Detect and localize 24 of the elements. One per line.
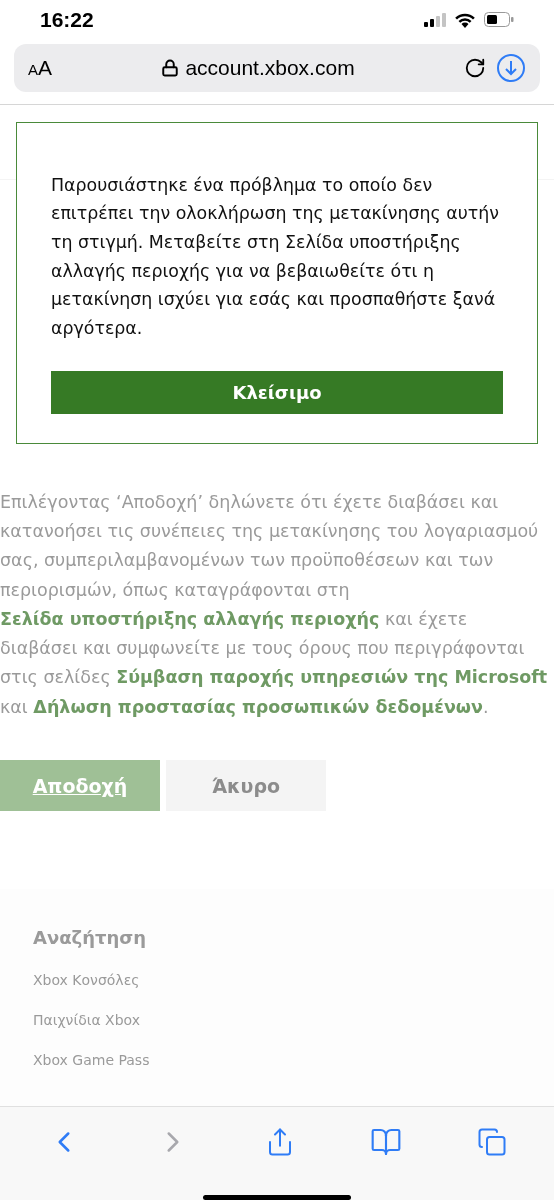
battery-icon: [484, 12, 514, 28]
close-button[interactable]: Κλείσιμο: [51, 370, 503, 414]
wifi-icon: [454, 11, 476, 28]
url-text[interactable]: account.xbox.com: [185, 55, 355, 80]
reload-icon[interactable]: [464, 56, 486, 79]
cancel-button[interactable]: Άκυρο: [166, 760, 326, 811]
download-button[interactable]: [496, 52, 526, 83]
footer-link[interactable]: Xbox Κονσόλες: [33, 972, 521, 988]
footer-link[interactable]: Παιχνίδια Xbox: [33, 1012, 521, 1028]
text-link[interactable]: Σύμβαση παροχής υπηρεσιών της Microsoft: [116, 667, 548, 688]
accept-button[interactable]: Αποδοχή: [0, 760, 160, 811]
dialog-message: Παρουσιάστηκε ένα πρόβλημα το οποίο δεν επιτρέπει την ολοκλήρωση της μετακίνησης αυτήν τη στιγμή. Μεταβείτε στη Σελίδα υποστήριξης αλλαγής περιοχής για να βεβαιωθείτε ότι η μετακίνηση ισχύει για εσάς και προσπαθήστε ξανά αργότερα.: [51, 173, 500, 341]
address-bar[interactable]: AA account.xbox.com: [14, 43, 540, 92]
text-link[interactable]: Δήλωση προστασίας προσωπικών δεδομένων: [33, 696, 483, 717]
text-size-button[interactable]: AA: [28, 55, 53, 80]
tabs-icon[interactable]: [476, 1127, 507, 1157]
signal-icon: [424, 12, 446, 27]
consent-paragraph: Επιλέγοντας ‘Αποδοχή’ δηλώνετε ότι έχετε διαβάσει και κατανοήσει τις συνέπειες της μετακίνησης του λογαριασμού σας, συμπεριλαμβανομένων των προϋποθέσεων και των περιορισμών, όπως καταγράφονται στη Σελίδα υποστήριξης αλλαγής περιοχής και έχετε διαβάσει και συμφωνείτε με τους όρους που περιγράφονται στις σελίδες Σύμβαση παροχής υπηρεσιών της Microsoft και Δήλωση προστασίας προσωπικών δεδομένων.: [0, 490, 548, 719]
lock-icon: [161, 58, 180, 77]
book-icon[interactable]: [369, 1126, 402, 1158]
footer-link[interactable]: Xbox Game Pass: [33, 1052, 521, 1068]
status-time: 16:22: [40, 7, 94, 32]
text-link[interactable]: Σελίδα υποστήριξης αλλαγής περιοχής: [0, 608, 380, 629]
footer-heading: Αναζήτηση: [33, 927, 148, 948]
